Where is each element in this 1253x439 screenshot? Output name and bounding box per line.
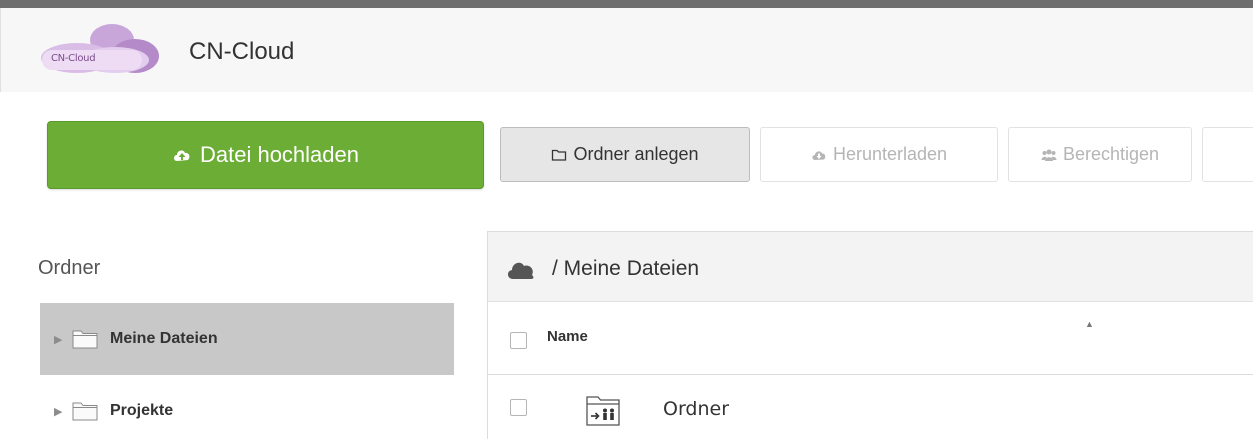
app-header: CN-Cloud CN-Cloud [0, 8, 1253, 92]
new-folder-button[interactable]: Ordner anlegen [500, 127, 750, 182]
file-panel: / Meine Dateien Name ▲ Ordner [487, 231, 1253, 439]
sidebar-item-meine-dateien[interactable]: ▶ Meine Dateien [40, 303, 454, 375]
download-label: Herunterladen [832, 144, 948, 164]
new-folder-label: Ordner anlegen [573, 144, 699, 164]
folder-icon [72, 402, 98, 421]
cloud-upload-icon [173, 150, 190, 161]
folder-outline-icon [552, 149, 567, 161]
select-all-checkbox[interactable] [510, 332, 527, 349]
row-name[interactable]: Ordner [663, 398, 729, 420]
top-border [0, 0, 1253, 8]
sidebar-title: Ordner [38, 257, 101, 279]
shared-folder-icon [586, 396, 620, 426]
upload-file-label: Datei hochladen [199, 142, 359, 167]
row-checkbox[interactable] [510, 399, 527, 416]
app-logo[interactable]: CN-Cloud [37, 22, 162, 74]
upload-file-button[interactable]: Datei hochladen [47, 121, 484, 189]
breadcrumb[interactable]: / Meine Dateien [552, 257, 699, 281]
app-title: CN-Cloud [189, 38, 295, 65]
users-icon [1041, 149, 1057, 161]
sort-ascending-icon[interactable]: ▲ [1085, 319, 1094, 329]
download-button[interactable]: Herunterladen [760, 127, 998, 182]
more-button[interactable] [1202, 127, 1253, 182]
cloud-logo-icon [41, 24, 159, 73]
table-header: Name ▲ [488, 302, 1253, 375]
expand-arrow-icon[interactable]: ▶ [54, 405, 66, 418]
column-header-name[interactable]: Name [547, 328, 588, 345]
folder-icon [72, 330, 98, 349]
cloud-icon [507, 262, 534, 279]
permissions-label: Berechtigen [1062, 144, 1160, 164]
expand-arrow-icon[interactable]: ▶ [54, 333, 66, 346]
sidebar-item-label: Meine Dateien [110, 330, 218, 347]
logo-text: CN-Cloud [51, 53, 96, 64]
permissions-button[interactable]: Berechtigen [1008, 127, 1192, 182]
table-row[interactable]: Ordner [488, 376, 1253, 439]
cloud-download-icon [812, 150, 826, 160]
sidebar-item-label: Projekte [110, 402, 174, 419]
panel-header: / Meine Dateien [488, 232, 1253, 302]
sidebar-item-projekte[interactable]: ▶ Projekte [40, 375, 454, 439]
